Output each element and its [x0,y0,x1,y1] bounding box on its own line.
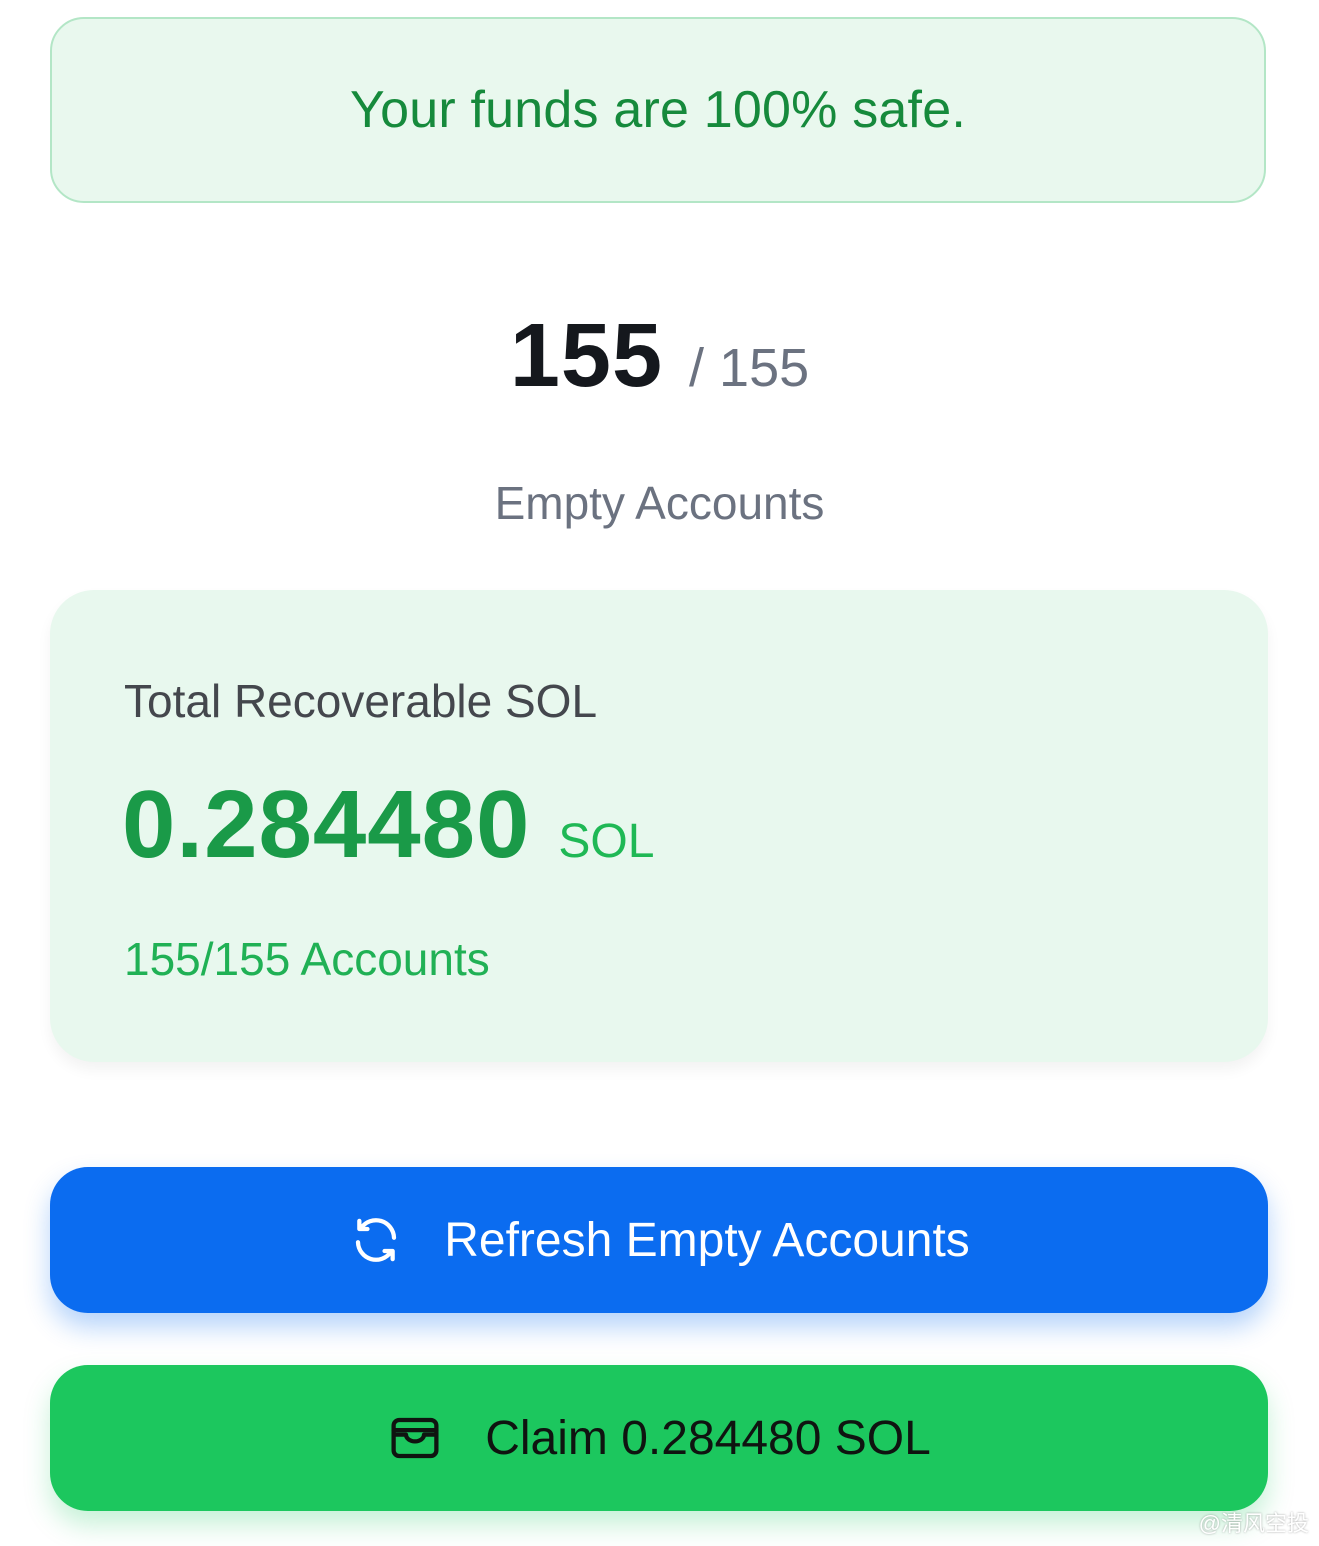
recoverable-unit: SOL [558,815,655,868]
claim-button-label: Claim 0.284480 SOL [485,1411,931,1465]
recoverable-sol-card: Total Recoverable SOL 0.284480 SOL 155/1… [50,590,1268,1062]
claim-sol-button[interactable]: Claim 0.284480 SOL [50,1365,1268,1511]
safety-banner: Your funds are 100% safe. [50,17,1266,203]
refresh-empty-accounts-button[interactable]: Refresh Empty Accounts [50,1167,1268,1313]
recoverable-amount-row: 0.284480 SOL [122,770,654,880]
refresh-button-label: Refresh Empty Accounts [444,1213,970,1267]
recoverable-accounts: 155/155 Accounts [124,933,490,985]
recoverable-title: Total Recoverable SOL [124,675,598,727]
refresh-icon [348,1212,404,1268]
empty-accounts-count: 155 [509,306,664,406]
recoverable-amount: 0.284480 [122,771,531,878]
empty-accounts-label: Empty Accounts [494,477,825,529]
safety-message: Your funds are 100% safe. [350,81,966,139]
empty-accounts-counter: 155 / 155 [0,305,1319,408]
empty-accounts-total: / 155 [689,338,810,398]
watermark: @清风空投 [1198,1511,1309,1536]
wallet-icon [387,1410,443,1466]
